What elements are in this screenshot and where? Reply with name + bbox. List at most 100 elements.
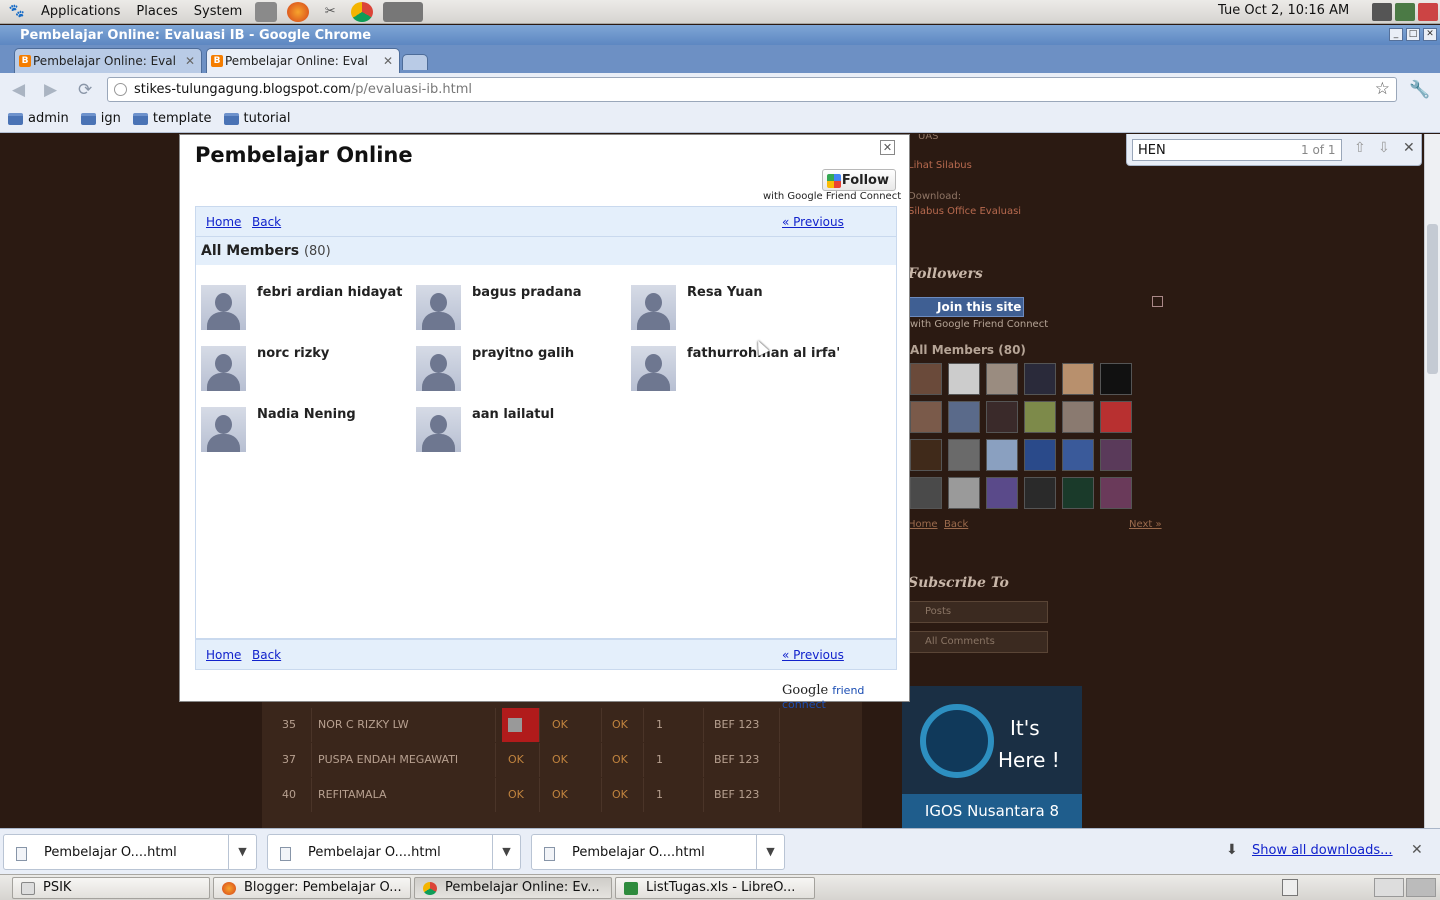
member-name[interactable]: Resa Yuan	[687, 285, 763, 300]
member-item[interactable]: bagus pradana	[416, 285, 626, 335]
follower-thumbnail[interactable]	[1024, 439, 1056, 471]
show-all-downloads-link[interactable]: Show all downloads...	[1252, 843, 1393, 858]
new-tab-button[interactable]	[402, 54, 428, 70]
download-menu-icon[interactable]: ▼	[492, 835, 520, 869]
follower-thumbnail[interactable]	[1062, 477, 1094, 509]
follower-thumbnail[interactable]	[1062, 439, 1094, 471]
follower-thumbnail[interactable]	[1024, 477, 1056, 509]
follow-button[interactable]: Follow	[822, 169, 896, 191]
member-name[interactable]: norc rizky	[257, 346, 329, 361]
subscribe-posts-select[interactable]: Posts	[908, 601, 1048, 623]
taskbar-libreoffice[interactable]: ListTugas.xls - LibreO...	[615, 877, 815, 899]
printer-launcher-icon[interactable]	[255, 1, 278, 22]
sidebar-uas[interactable]: UAS	[918, 134, 939, 142]
taskbar-chrome[interactable]: Pembelajar Online: Ev...	[414, 877, 612, 899]
sidebar-back-link[interactable]: Back	[944, 519, 968, 530]
follower-thumbnail[interactable]	[1024, 401, 1056, 433]
tab-2[interactable]: B Pembelajar Online: Eval ✕	[206, 48, 400, 73]
join-site-button[interactable]: Join this site	[908, 297, 1024, 317]
scrollbar-thumb[interactable]	[1427, 224, 1438, 374]
tools-launcher-icon[interactable]: ✂	[319, 2, 341, 22]
member-name[interactable]: febri ardian hidayat	[257, 285, 403, 300]
follower-thumbnail[interactable]	[1100, 363, 1132, 395]
forward-arrow-icon[interactable]: ▶	[44, 80, 57, 100]
close-tab-icon[interactable]: ✕	[383, 54, 393, 68]
member-name[interactable]: prayitno galih	[472, 346, 574, 361]
maximize-button[interactable]: □	[1406, 28, 1420, 41]
sidebar-next-link[interactable]: Next »	[1129, 519, 1162, 530]
bookmark-template[interactable]: template	[132, 111, 212, 126]
network-tray-icon[interactable]	[1372, 3, 1392, 21]
firefox-launcher-icon[interactable]	[287, 1, 310, 22]
monitor-tray-icon[interactable]	[1395, 3, 1415, 21]
taskbar-blogger[interactable]: Blogger: Pembelajar O...	[213, 877, 411, 899]
follower-thumbnail[interactable]	[1062, 401, 1094, 433]
sidebar-download-links[interactable]: Silabus Office Evaluasi	[908, 206, 1021, 217]
bookmark-tutorial[interactable]: tutorial	[223, 111, 290, 126]
expand-icon[interactable]	[1152, 296, 1163, 307]
follower-thumbnail[interactable]	[1024, 363, 1056, 395]
trash-icon[interactable]	[1282, 879, 1298, 896]
download-item[interactable]: Pembelajar O....html ▼	[267, 834, 521, 870]
bookmark-ign[interactable]: ign	[80, 111, 121, 126]
find-previous-icon[interactable]: ⇧	[1354, 140, 1366, 156]
close-shelf-icon[interactable]: ✕	[1411, 842, 1423, 858]
find-close-icon[interactable]: ✕	[1403, 140, 1415, 156]
follower-thumbnail[interactable]	[910, 439, 942, 471]
follower-thumbnail[interactable]	[910, 363, 942, 395]
wrench-menu-icon[interactable]: 🔧	[1409, 80, 1430, 100]
member-item[interactable]: Resa Yuan	[631, 285, 841, 335]
follower-thumbnail[interactable]	[910, 477, 942, 509]
gnome-foot-icon[interactable]: 🐾	[6, 2, 28, 22]
follower-thumbnail[interactable]	[948, 363, 980, 395]
popup-close-icon[interactable]: ✕	[880, 140, 895, 155]
powered-by-gfc[interactable]: Google friend connect	[782, 683, 909, 711]
download-menu-icon[interactable]: ▼	[228, 835, 256, 869]
follower-thumbnail[interactable]	[986, 439, 1018, 471]
taskbar-psik[interactable]: PSIK	[12, 877, 210, 899]
update-tray-icon[interactable]	[1418, 3, 1438, 21]
window-thumbnail-icon[interactable]	[383, 1, 424, 22]
back-link[interactable]: Back	[252, 215, 281, 229]
back-link[interactable]: Back	[252, 648, 281, 662]
download-menu-icon[interactable]: ▼	[756, 835, 784, 869]
bookmark-star-icon[interactable]: ☆	[1375, 79, 1390, 99]
follower-thumbnail[interactable]	[1100, 439, 1132, 471]
follower-thumbnail[interactable]	[1100, 401, 1132, 433]
follower-thumbnail[interactable]	[986, 477, 1018, 509]
sidebar-silabus-link[interactable]: Lihat Silabus	[908, 160, 972, 171]
member-item[interactable]: aan lailatul	[416, 407, 626, 457]
member-item[interactable]: Nadia Nening	[201, 407, 411, 457]
member-name[interactable]: bagus pradana	[472, 285, 582, 300]
follower-thumbnail[interactable]	[948, 477, 980, 509]
workspace-1-icon[interactable]	[1374, 878, 1404, 897]
member-name[interactable]: Nadia Nening	[257, 407, 356, 422]
previous-link[interactable]: « Previous	[782, 215, 844, 229]
igos-banner[interactable]: It's Here ! IGOS Nusantara 8	[902, 686, 1082, 828]
member-item[interactable]: febri ardian hidayat	[201, 285, 411, 335]
workspace-2-icon[interactable]	[1406, 878, 1436, 897]
page-scrollbar[interactable]	[1424, 134, 1440, 828]
download-item[interactable]: Pembelajar O....html ▼	[3, 834, 257, 870]
find-next-icon[interactable]: ⇩	[1378, 140, 1390, 156]
clock[interactable]: Tue Oct 2, 10:16 AM	[1218, 3, 1349, 18]
follower-thumbnail[interactable]	[910, 401, 942, 433]
close-tab-icon[interactable]: ✕	[185, 54, 195, 68]
minimize-button[interactable]: _	[1389, 28, 1403, 41]
home-link[interactable]: Home	[206, 215, 241, 229]
applications-menu[interactable]: Applications	[33, 4, 128, 19]
back-arrow-icon[interactable]: ◀	[12, 80, 25, 100]
follower-thumbnail[interactable]	[948, 439, 980, 471]
bookmark-admin[interactable]: admin	[8, 111, 69, 126]
sidebar-home-link[interactable]: Home	[908, 519, 938, 530]
home-link[interactable]: Home	[206, 648, 241, 662]
system-menu[interactable]: System	[186, 4, 250, 19]
chrome-launcher-icon[interactable]	[351, 1, 374, 22]
follower-thumbnail[interactable]	[1062, 363, 1094, 395]
subscribe-comments-select[interactable]: All Comments	[908, 631, 1048, 653]
download-item[interactable]: Pembelajar O....html ▼	[531, 834, 785, 870]
address-bar[interactable]: stikes-tulungagung.blogspot.com/p/evalua…	[107, 77, 1397, 102]
member-item[interactable]: norc rizky	[201, 346, 411, 396]
reload-icon[interactable]: ⟳	[78, 80, 92, 100]
follower-thumbnail[interactable]	[1100, 477, 1132, 509]
